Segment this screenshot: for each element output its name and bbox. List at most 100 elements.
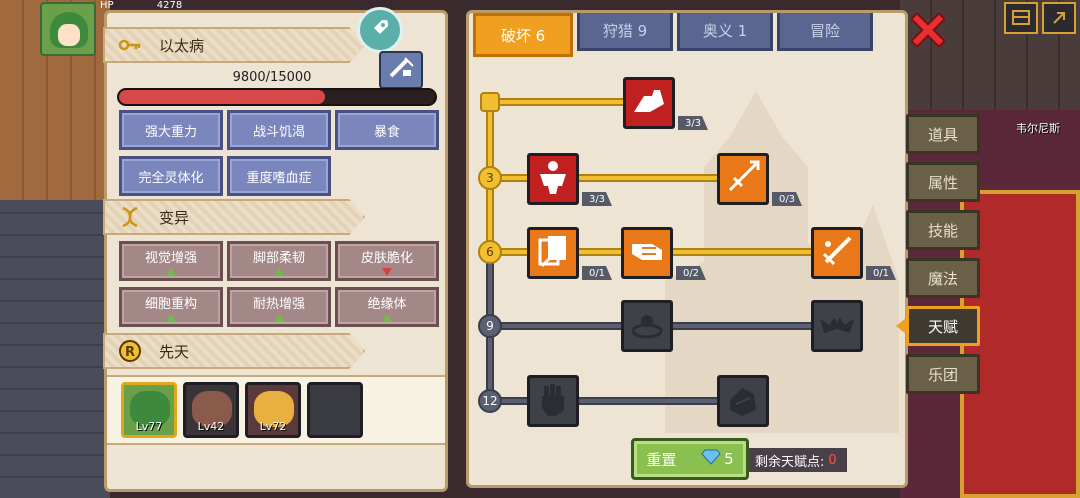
talent-locked-bat[interactable] bbox=[811, 300, 863, 352]
tier-node-12: 12 bbox=[478, 389, 502, 413]
tab-adventure[interactable]: 冒险 bbox=[777, 13, 873, 51]
trait-full-spirit[interactable]: 完全灵体化 bbox=[119, 156, 223, 196]
expand-icon[interactable] bbox=[1042, 2, 1076, 34]
mutation-item[interactable]: 细胞重构 bbox=[119, 287, 223, 327]
trait-bloodlust[interactable]: 重度嗜血症 bbox=[227, 156, 331, 196]
mutation-label: 皮肤脆化 bbox=[360, 250, 413, 266]
tree-row-0 bbox=[493, 98, 623, 106]
down-arrow-icon bbox=[382, 267, 392, 276]
mutation-label: 耐热增强 bbox=[252, 296, 305, 312]
disease-progress-text: 9800/15000 bbox=[232, 70, 312, 85]
remaining-points: 剩余天赋点: 0 bbox=[749, 448, 847, 472]
disease-traits: 强大重力 战斗饥渴 暴食 完全灵体化 重度嗜血症 bbox=[119, 110, 439, 196]
menu-magic[interactable]: 魔法 bbox=[906, 258, 980, 298]
mutation-label: 细胞重构 bbox=[144, 296, 197, 312]
innate-slot[interactable]: Lv72 bbox=[245, 382, 301, 438]
innate-slot[interactable]: Lv42 bbox=[183, 382, 239, 438]
mutation-label: 视觉增强 bbox=[144, 250, 197, 266]
talent-tabs: 破坏 6 狩猎 9 奥义 1 冒险 bbox=[473, 13, 873, 57]
talent-count: 0/1 bbox=[582, 266, 612, 280]
location-label: 韦尔尼斯 bbox=[1016, 122, 1060, 135]
tab-secret[interactable]: 奥义 1 bbox=[677, 13, 773, 51]
slot-level: Lv72 bbox=[259, 420, 287, 433]
menu-attributes[interactable]: 属性 bbox=[906, 162, 980, 202]
rocket-icon bbox=[368, 16, 392, 44]
rocket-button[interactable] bbox=[357, 7, 403, 53]
innate-title: 先天 bbox=[159, 342, 190, 361]
innate-slot-empty[interactable] bbox=[307, 382, 363, 438]
close-icon bbox=[909, 11, 947, 51]
reset-cost-value: 5 bbox=[724, 450, 734, 468]
remaining-points-value: 0 bbox=[828, 452, 837, 468]
talent-locked-grip[interactable] bbox=[717, 375, 769, 427]
portrait-face bbox=[58, 24, 80, 46]
talent-arm-wrestle[interactable]: 3/3 bbox=[623, 77, 708, 130]
tier-node-start bbox=[480, 92, 500, 112]
trait-gluttony[interactable]: 暴食 bbox=[335, 110, 439, 150]
svg-text:R: R bbox=[125, 345, 135, 360]
dna-icon bbox=[115, 202, 145, 232]
mutation-item[interactable]: 绝缘体 bbox=[335, 287, 439, 327]
trait-battle-hunger[interactable]: 战斗饥渴 bbox=[227, 110, 331, 150]
menu-items[interactable]: 道具 bbox=[906, 114, 980, 154]
fist-punch-icon bbox=[628, 232, 666, 274]
up-arrow-icon bbox=[166, 313, 176, 322]
reset-button[interactable]: 重置 5 bbox=[631, 438, 749, 480]
menu-skills[interactable]: 技能 bbox=[906, 210, 980, 250]
innate-slot[interactable]: Lv77 bbox=[121, 382, 177, 438]
card-swap-icon bbox=[534, 232, 572, 274]
menu-band[interactable]: 乐团 bbox=[906, 354, 980, 394]
talent-panel: 破坏 6 狩猎 9 奥义 1 冒险 3 6 9 12 3/3 3/3 0/3 0… bbox=[466, 10, 908, 488]
mutation-title: 变异 bbox=[159, 208, 190, 227]
floor-tiles bbox=[0, 200, 110, 498]
mutation-grid: 视觉增强 脚部柔韧 皮肤脆化 细胞重构 耐热增强 绝缘体 bbox=[119, 241, 439, 327]
disease-banner: 以太病 bbox=[103, 27, 365, 63]
up-arrow-icon bbox=[274, 313, 284, 322]
muscle-body-icon bbox=[534, 158, 572, 200]
sword-slash-icon bbox=[818, 232, 856, 274]
slot-level: Lv77 bbox=[135, 420, 163, 433]
trait-strong-gravity[interactable]: 强大重力 bbox=[119, 110, 223, 150]
menu-talent[interactable]: 天赋 bbox=[906, 306, 980, 346]
mutation-label: 脚部柔韧 bbox=[252, 250, 305, 266]
talent-count: 3/3 bbox=[678, 116, 708, 130]
mutation-item[interactable]: 耐热增强 bbox=[227, 287, 331, 327]
up-arrow-icon bbox=[166, 267, 176, 276]
mutation-banner: 变异 bbox=[103, 199, 365, 235]
tab-hunt[interactable]: 狩猎 9 bbox=[577, 13, 673, 51]
reset-cost: 5 bbox=[701, 449, 734, 469]
r-coin-icon: R bbox=[115, 336, 145, 366]
tab-destroy[interactable]: 破坏 6 bbox=[473, 13, 573, 57]
arrow-strike-icon bbox=[724, 158, 762, 200]
orb-icon bbox=[628, 305, 666, 347]
diamond-icon bbox=[701, 449, 721, 469]
game-world-left bbox=[0, 0, 110, 498]
talent-sword-slash[interactable]: 0/1 bbox=[811, 227, 896, 280]
innate-slots: Lv77 Lv42 Lv72 bbox=[107, 375, 445, 445]
map-icon[interactable] bbox=[1004, 2, 1038, 34]
talent-muscle-body[interactable]: 3/3 bbox=[527, 153, 612, 206]
innate-banner: R 先天 bbox=[103, 333, 365, 369]
bat-wings-icon bbox=[818, 305, 856, 347]
talent-card-swap[interactable]: 0/1 bbox=[527, 227, 612, 280]
talent-locked-orb[interactable] bbox=[621, 300, 673, 352]
talent-fist-punch[interactable]: 0/2 bbox=[621, 227, 706, 280]
tier-node-9: 9 bbox=[478, 314, 502, 338]
raised-fist-icon bbox=[534, 380, 572, 422]
tier-node-3: 3 bbox=[478, 166, 502, 190]
up-arrow-icon bbox=[274, 267, 284, 276]
reset-label: 重置 bbox=[646, 450, 677, 469]
up-arrow-icon bbox=[382, 313, 392, 322]
disease-progress-fill bbox=[119, 90, 326, 104]
mutation-item[interactable]: 皮肤脆化 bbox=[335, 241, 439, 281]
arm-wrestle-icon bbox=[630, 82, 668, 124]
disease-title: 以太病 bbox=[159, 36, 205, 55]
talent-count: 3/3 bbox=[582, 192, 612, 206]
talent-arrow-strike[interactable]: 0/3 bbox=[717, 153, 802, 206]
close-button[interactable] bbox=[908, 11, 948, 52]
mutation-item[interactable]: 脚部柔韧 bbox=[227, 241, 331, 281]
player-portrait[interactable] bbox=[40, 2, 96, 56]
mutation-item[interactable]: 视觉增强 bbox=[119, 241, 223, 281]
talent-locked-fist[interactable] bbox=[527, 375, 579, 427]
grip-fist-icon bbox=[724, 380, 762, 422]
